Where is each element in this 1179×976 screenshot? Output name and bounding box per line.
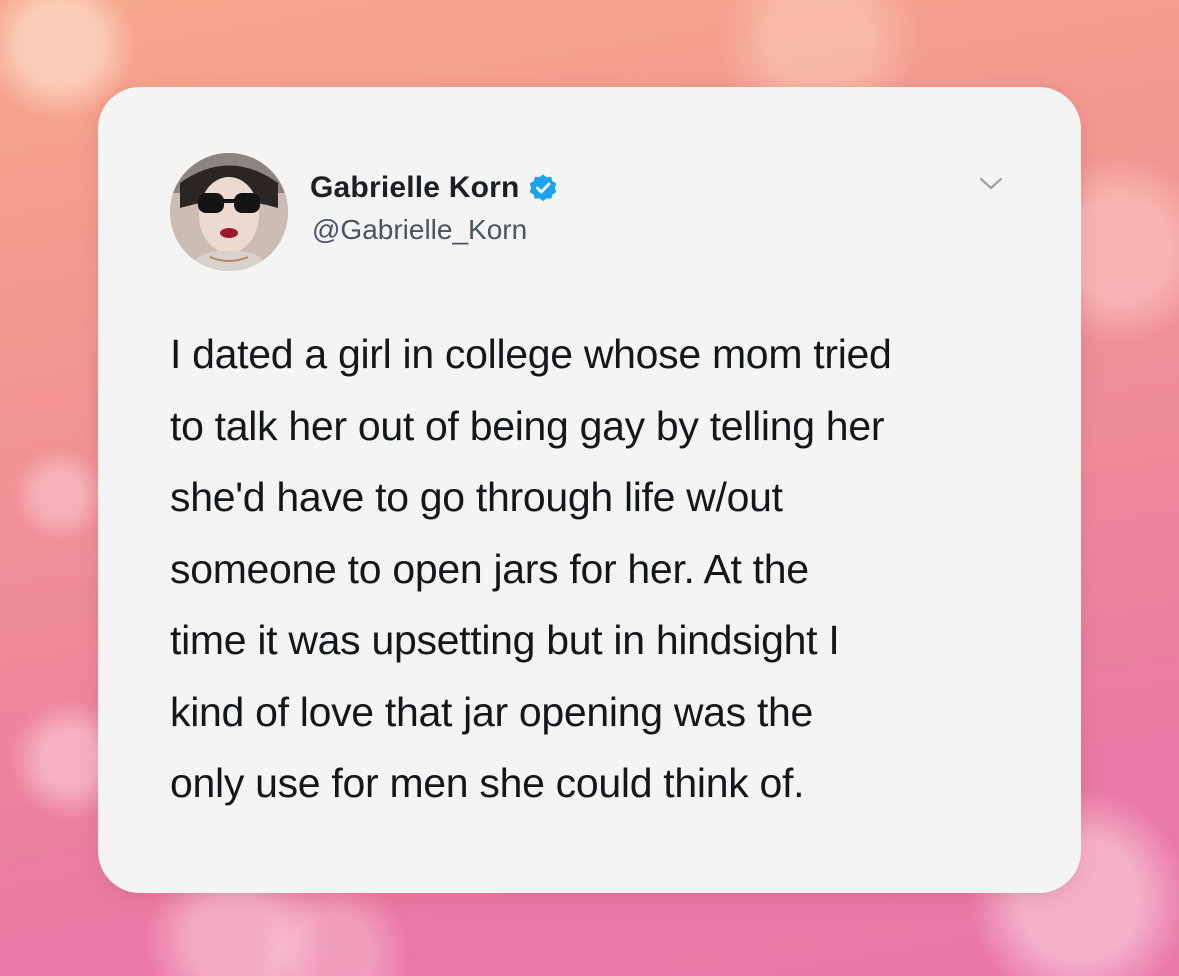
avatar-photo xyxy=(170,153,288,271)
tweet-card: Gabrielle Korn @Gabrielle_Korn I dated a… xyxy=(98,87,1081,893)
author-name-row: Gabrielle Korn xyxy=(310,171,558,205)
verified-badge-icon xyxy=(528,173,558,203)
tweet-text: I dated a girl in college whose mom trie… xyxy=(170,331,892,806)
author-display-name[interactable]: Gabrielle Korn xyxy=(310,171,520,205)
author-handle[interactable]: @Gabrielle_Korn xyxy=(312,214,527,246)
avatar[interactable] xyxy=(170,153,288,271)
chevron-down-icon[interactable] xyxy=(978,175,1004,193)
